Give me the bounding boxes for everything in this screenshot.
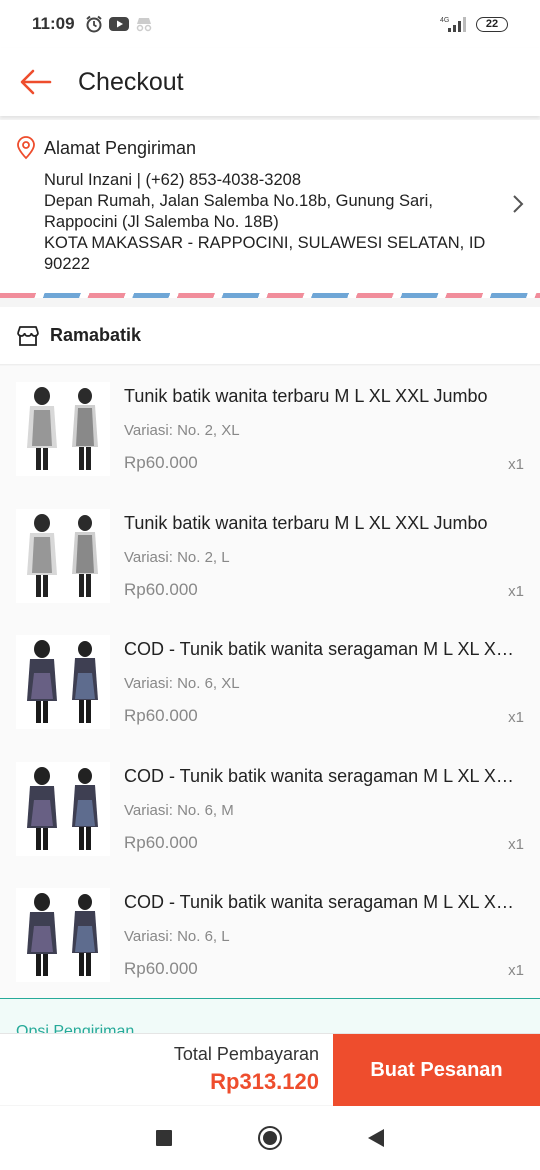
status-bar: 11:09 4G 22 <box>0 0 540 48</box>
battery-indicator: 22 <box>476 16 508 32</box>
back-arrow-icon <box>20 69 52 95</box>
app-bar: Checkout <box>0 48 540 116</box>
order-item[interactable]: Tunik batik wanita terbaru M L XL XXL Ju… <box>0 366 540 493</box>
address-details: Nurul Inzani | (+62) 853-4038-3208 Depan… <box>44 170 494 275</box>
incognito-icon <box>136 18 151 32</box>
place-order-button[interactable]: Buat Pesanan <box>333 1034 540 1106</box>
product-title: COD - Tunik batik wanita seragaman M L X… <box>124 765 524 786</box>
address-line: Depan Rumah, Jalan Salemba No.18b, Gunun… <box>44 192 433 210</box>
product-quantity: x1 <box>508 835 524 853</box>
model-figure <box>71 514 98 597</box>
total-label: Total Pembayaran <box>173 1044 319 1064</box>
model-figure <box>71 388 98 470</box>
order-item[interactable]: COD - Tunik batik wanita seragaman M L X… <box>0 872 540 999</box>
model-figure <box>71 767 98 850</box>
checkout-bar: Total Pembayaran Rp313.120 Buat Pesanan <box>0 1033 540 1106</box>
signal-icon: 4G <box>440 17 466 32</box>
product-title: COD - Tunik batik wanita seragaman M L X… <box>124 892 524 912</box>
model-figure <box>26 766 57 850</box>
product-quantity: x1 <box>508 456 524 473</box>
product-variation: Variasi: No. 2, L <box>124 548 230 566</box>
product-variation: Variasi: No. 6, M <box>124 801 234 819</box>
network-label: 4G <box>440 17 449 24</box>
order-items-list: Tunik batik wanita terbaru M L XL XXL Ju… <box>0 366 540 999</box>
address-line: 90222 <box>44 255 90 273</box>
model-figure <box>26 893 57 976</box>
status-icons <box>85 15 153 33</box>
shipping-address-card[interactable]: Alamat Pengiriman Nurul Inzani | (+62) 8… <box>0 120 540 298</box>
product-variation: Variasi: No. 6, L <box>124 928 230 945</box>
product-variation: Variasi: No. 2, XL <box>124 422 240 439</box>
chevron-right-icon[interactable] <box>512 194 524 214</box>
product-thumbnail <box>16 382 110 476</box>
product-title: COD - Tunik batik wanita seragaman M L X… <box>124 639 524 659</box>
page-title: Checkout <box>78 67 184 96</box>
product-price: Rp60.000 <box>124 959 198 978</box>
alarm-icon <box>85 15 102 33</box>
total-value: Rp313.120 <box>210 1069 319 1094</box>
product-price: Rp60.000 <box>124 453 198 472</box>
order-item[interactable]: COD - Tunik batik wanita seragaman M L X… <box>0 619 540 746</box>
model-figure <box>26 387 57 470</box>
back-button[interactable] <box>0 48 72 116</box>
system-nav-bar <box>0 1106 540 1170</box>
battery-level: 22 <box>485 18 499 30</box>
store-icon <box>17 325 39 346</box>
address-line: Nurul Inzani | (+62) 853-4038-3208 <box>44 171 301 189</box>
order-item[interactable]: Tunik batik wanita terbaru M L XL XXL Ju… <box>0 492 540 619</box>
product-thumbnail <box>16 635 110 729</box>
shipping-option-section[interactable]: Opsi Pengiriman <box>0 998 540 1038</box>
total-payment: Total Pembayaran Rp313.120 <box>0 1034 333 1105</box>
model-figure <box>26 513 57 597</box>
envelope-border <box>0 293 540 298</box>
model-figure <box>26 640 57 723</box>
product-variation: Variasi: No. 6, XL <box>124 675 240 692</box>
product-quantity: x1 <box>508 582 524 600</box>
product-title: Tunik batik wanita terbaru M L XL XXL Ju… <box>124 386 488 406</box>
nav-home-icon[interactable] <box>258 1126 282 1150</box>
product-thumbnail <box>16 508 110 603</box>
address-line: KOTA MAKASSAR - RAPPOCINI, SULAWESI SELA… <box>44 234 486 252</box>
order-item[interactable]: COD - Tunik batik wanita seragaman M L X… <box>0 745 540 872</box>
model-figure <box>71 894 98 976</box>
youtube-icon <box>108 17 129 31</box>
address-heading: Alamat Pengiriman <box>44 138 197 158</box>
location-pin-icon <box>17 136 35 160</box>
product-title: Tunik batik wanita terbaru M L XL XXL Ju… <box>124 512 488 533</box>
shop-name: Ramabatik <box>50 325 142 345</box>
shop-header: Ramabatik <box>0 307 540 365</box>
product-thumbnail <box>16 761 110 856</box>
product-price: Rp60.000 <box>124 579 198 599</box>
product-quantity: x1 <box>508 709 524 726</box>
status-time: 11:09 <box>32 14 75 33</box>
nav-back-icon[interactable] <box>368 1129 384 1147</box>
product-thumbnail <box>16 888 110 982</box>
address-line: Rappocini (Jl Salemba No. 18B) <box>44 213 279 231</box>
product-quantity: x1 <box>508 962 524 979</box>
model-figure <box>71 641 98 723</box>
product-price: Rp60.000 <box>124 706 198 725</box>
nav-recents-icon[interactable] <box>156 1130 172 1146</box>
product-price: Rp60.000 <box>124 832 198 852</box>
